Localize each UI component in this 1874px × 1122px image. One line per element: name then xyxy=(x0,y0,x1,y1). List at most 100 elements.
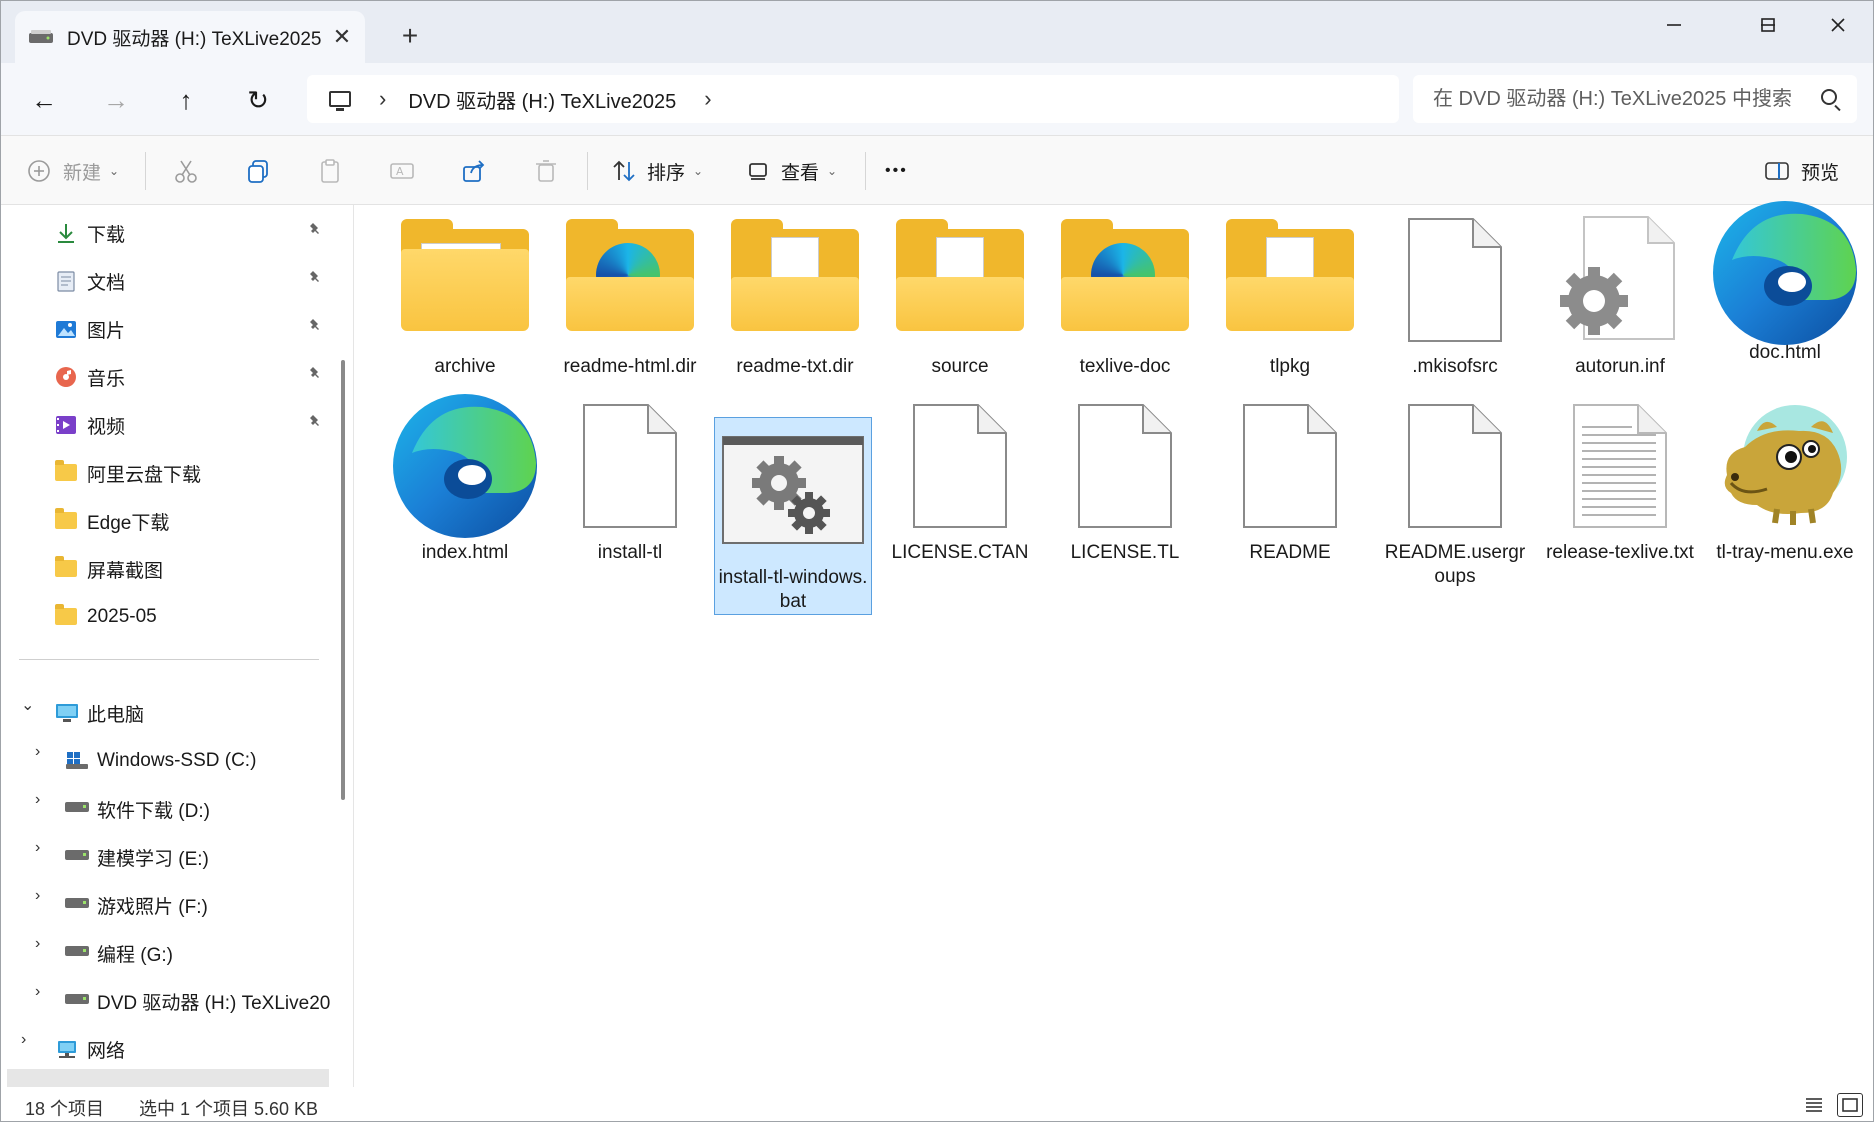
copy-button[interactable] xyxy=(245,150,271,192)
sidebar-item-2025-05[interactable]: 2025-05 xyxy=(55,595,157,639)
pin-icon[interactable] xyxy=(307,413,323,433)
file-item[interactable]: doc.html xyxy=(1706,191,1864,391)
file-item[interactable]: .mkisofsrc xyxy=(1376,205,1534,405)
file-item[interactable]: index.html xyxy=(386,391,544,591)
breadcrumb-current[interactable]: DVD 驱动器 (H:) TeXLive2025 xyxy=(408,85,676,114)
file-item[interactable]: texlive-doc xyxy=(1046,205,1204,405)
collapse-this-pc-icon[interactable]: ⌄ xyxy=(21,695,34,715)
expand-icon[interactable]: › xyxy=(35,935,40,953)
new-button[interactable]: 新建 ⌄ xyxy=(27,150,119,192)
file-item[interactable]: README xyxy=(1211,391,1369,591)
preview-pane-button[interactable]: 预览 xyxy=(1765,150,1839,192)
folder-icon xyxy=(55,508,79,532)
sidebar-item-screenshots[interactable]: 屏幕截图 xyxy=(55,547,163,591)
breadcrumb-expand-icon[interactable]: › xyxy=(704,86,711,112)
paste-button[interactable] xyxy=(317,150,343,192)
title-bar: DVD 驱动器 (H:) TeXLive2025 ✕ + xyxy=(1,1,1873,63)
sort-label: 排序 xyxy=(647,162,686,184)
file-item[interactable]: README.usergroups xyxy=(1376,391,1534,591)
details-view-button[interactable] xyxy=(1801,1093,1827,1117)
back-button[interactable]: ← xyxy=(23,79,65,121)
more-options-button[interactable]: ••• xyxy=(885,150,908,192)
documents-icon xyxy=(55,270,79,292)
file-name: README xyxy=(1249,542,1331,563)
up-button[interactable]: ↑ xyxy=(165,79,207,121)
file-item-selected[interactable]: install-tl-windows.bat xyxy=(714,417,872,615)
pin-icon[interactable] xyxy=(307,365,323,385)
breadcrumb-separator-icon[interactable]: › xyxy=(379,86,386,112)
search-box[interactable] xyxy=(1413,75,1857,123)
expand-icon[interactable]: › xyxy=(35,983,40,1001)
sidebar-item-music[interactable]: 音乐 xyxy=(55,355,125,399)
expand-icon[interactable]: › xyxy=(35,791,40,809)
file-item[interactable]: LICENSE.CTAN xyxy=(881,391,1039,591)
generic-file-icon xyxy=(1215,391,1365,541)
expand-icon[interactable]: › xyxy=(35,743,40,761)
forward-button[interactable]: → xyxy=(95,79,137,121)
edge-html-icon xyxy=(1710,191,1860,355)
cut-button[interactable] xyxy=(173,150,199,192)
pin-icon[interactable] xyxy=(307,317,323,337)
file-item[interactable]: install-tl xyxy=(551,391,709,591)
tab-close-icon[interactable]: ✕ xyxy=(325,20,359,54)
close-window-button[interactable] xyxy=(1803,5,1873,45)
sidebar-item-aliyun-downloads[interactable]: 阿里云盘下载 xyxy=(55,451,201,495)
sidebar-item-label: 文档 xyxy=(87,272,126,294)
address-bar[interactable]: › DVD 驱动器 (H:) TeXLive2025 › xyxy=(307,75,1399,123)
rename-button[interactable]: A xyxy=(389,150,415,192)
chevron-down-icon: ⌄ xyxy=(827,164,838,178)
sidebar-item-label: 此电脑 xyxy=(87,704,145,726)
sidebar-item-network[interactable]: 网络 xyxy=(55,1027,125,1071)
sidebar-item-pictures[interactable]: 图片 xyxy=(55,307,125,351)
file-item[interactable]: tlpkg xyxy=(1211,205,1369,405)
file-item[interactable]: source xyxy=(881,205,1039,405)
sidebar-item-documents[interactable]: 文档 xyxy=(55,259,125,303)
network-icon xyxy=(55,1038,79,1060)
pin-icon[interactable] xyxy=(307,269,323,289)
view-button[interactable]: 查看 ⌄ xyxy=(747,150,837,192)
large-icons-view-button[interactable] xyxy=(1837,1093,1863,1117)
file-item[interactable]: LICENSE.TL xyxy=(1046,391,1204,591)
file-item[interactable]: readme-html.dir xyxy=(551,205,709,405)
sidebar-item-this-pc[interactable]: 此电脑 xyxy=(55,691,144,735)
tab-dvd-drive[interactable]: DVD 驱动器 (H:) TeXLive2025 ✕ xyxy=(15,11,365,63)
search-icon xyxy=(1821,89,1837,105)
sidebar-item-drive-d[interactable]: 软件下载 (D:) xyxy=(65,787,210,831)
sidebar-item-label: Windows-SSD (C:) xyxy=(97,750,257,771)
sidebar-item-label: 2025-05 xyxy=(87,606,157,627)
expand-icon[interactable]: › xyxy=(35,887,40,905)
refresh-button[interactable]: ↻ xyxy=(237,79,279,121)
sidebar-item-drive-e[interactable]: 建模学习 (E:) xyxy=(65,835,209,879)
generic-file-icon xyxy=(885,391,1035,541)
folder-edge-icon xyxy=(555,205,705,355)
share-button[interactable] xyxy=(461,150,487,192)
new-tab-button[interactable]: + xyxy=(393,19,427,53)
minimize-button-2[interactable] xyxy=(1639,5,1709,45)
pin-icon[interactable] xyxy=(307,221,323,241)
sidebar-scrollbar[interactable] xyxy=(341,360,345,800)
sidebar-divider xyxy=(19,659,319,660)
file-item[interactable]: tl-tray-menu.exe xyxy=(1706,391,1864,591)
expand-icon[interactable]: › xyxy=(21,1031,26,1049)
expand-icon[interactable]: › xyxy=(35,839,40,857)
chevron-down-icon: ⌄ xyxy=(109,164,120,178)
sidebar-item-drive-f[interactable]: 游戏照片 (F:) xyxy=(65,883,208,927)
sidebar-item-label: 网络 xyxy=(87,1040,126,1062)
sort-button[interactable]: 排序 ⌄ xyxy=(611,150,703,192)
sidebar-item-label: 下载 xyxy=(87,224,126,246)
file-item[interactable]: archive xyxy=(386,205,544,405)
sidebar-item-drive-h[interactable]: DVD 驱动器 (H:) TeXLive2025 xyxy=(65,979,331,1023)
hard-drive-icon xyxy=(65,846,89,868)
file-item[interactable]: readme-txt.dir xyxy=(716,205,874,405)
file-item[interactable]: release-texlive.txt xyxy=(1541,391,1699,591)
sidebar-item-videos[interactable]: 视频 xyxy=(55,403,125,447)
dvd-drive-icon xyxy=(29,30,53,44)
sidebar-item-drive-g[interactable]: 编程 (G:) xyxy=(65,931,173,975)
delete-button[interactable] xyxy=(533,150,559,192)
sidebar-item-drive-c[interactable]: Windows-SSD (C:) xyxy=(65,739,256,783)
file-item[interactable]: autorun.inf xyxy=(1541,205,1699,405)
maximize-button[interactable] xyxy=(1733,5,1803,45)
sidebar-item-downloads[interactable]: 下载 xyxy=(55,211,125,255)
search-input[interactable] xyxy=(1433,87,1803,111)
sidebar-item-edge-downloads[interactable]: Edge下载 xyxy=(55,499,169,543)
